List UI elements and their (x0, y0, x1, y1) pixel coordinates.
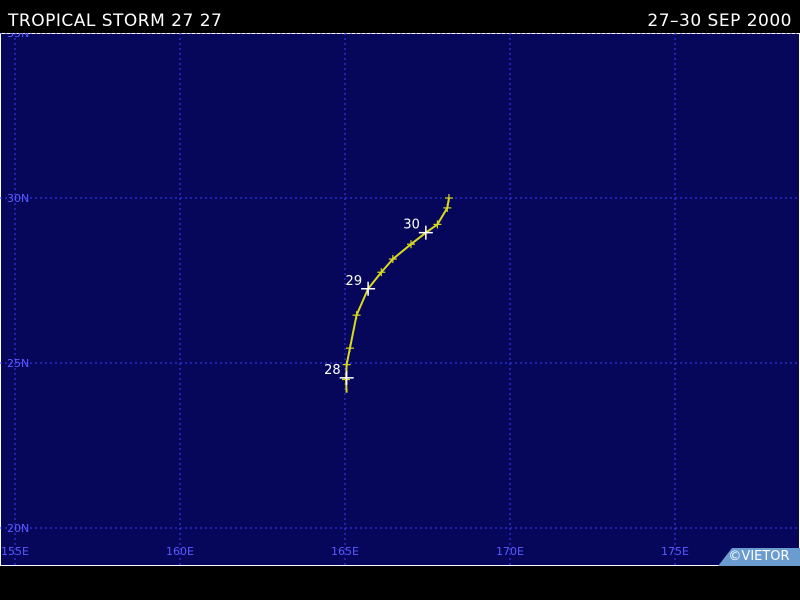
lat-label: 25N (7, 357, 29, 370)
lat-label: 35N (7, 33, 29, 40)
storm-title: TROPICAL STORM 27 27 (8, 11, 223, 31)
ocean-background (0, 33, 800, 566)
lat-label: 20N (7, 522, 29, 535)
lon-label: 175E (661, 545, 689, 558)
lat-label: 30N (7, 192, 29, 205)
lon-label: 155E (1, 545, 29, 558)
footer-bar (0, 566, 800, 600)
date-range: 27–30 SEP 2000 (647, 11, 792, 31)
lon-label: 160E (166, 545, 194, 558)
lon-label: 165E (331, 545, 359, 558)
copyright-badge: ©VIETOR (718, 548, 800, 566)
header-bar: TROPICAL STORM 27 27 27–30 SEP 2000 (0, 0, 800, 33)
map-canvas: 155E 160E 165E 170E 175E 35N 30N 25N 20N 28 29 30 (0, 33, 800, 566)
day-marker-label: 30 (403, 218, 420, 233)
day-marker-label: 28 (324, 363, 341, 378)
day-marker-label: 29 (346, 274, 363, 289)
track-map: 155E 160E 165E 170E 175E 35N 30N 25N 20N 28 29 30 (0, 33, 800, 566)
lon-label: 170E (496, 545, 524, 558)
